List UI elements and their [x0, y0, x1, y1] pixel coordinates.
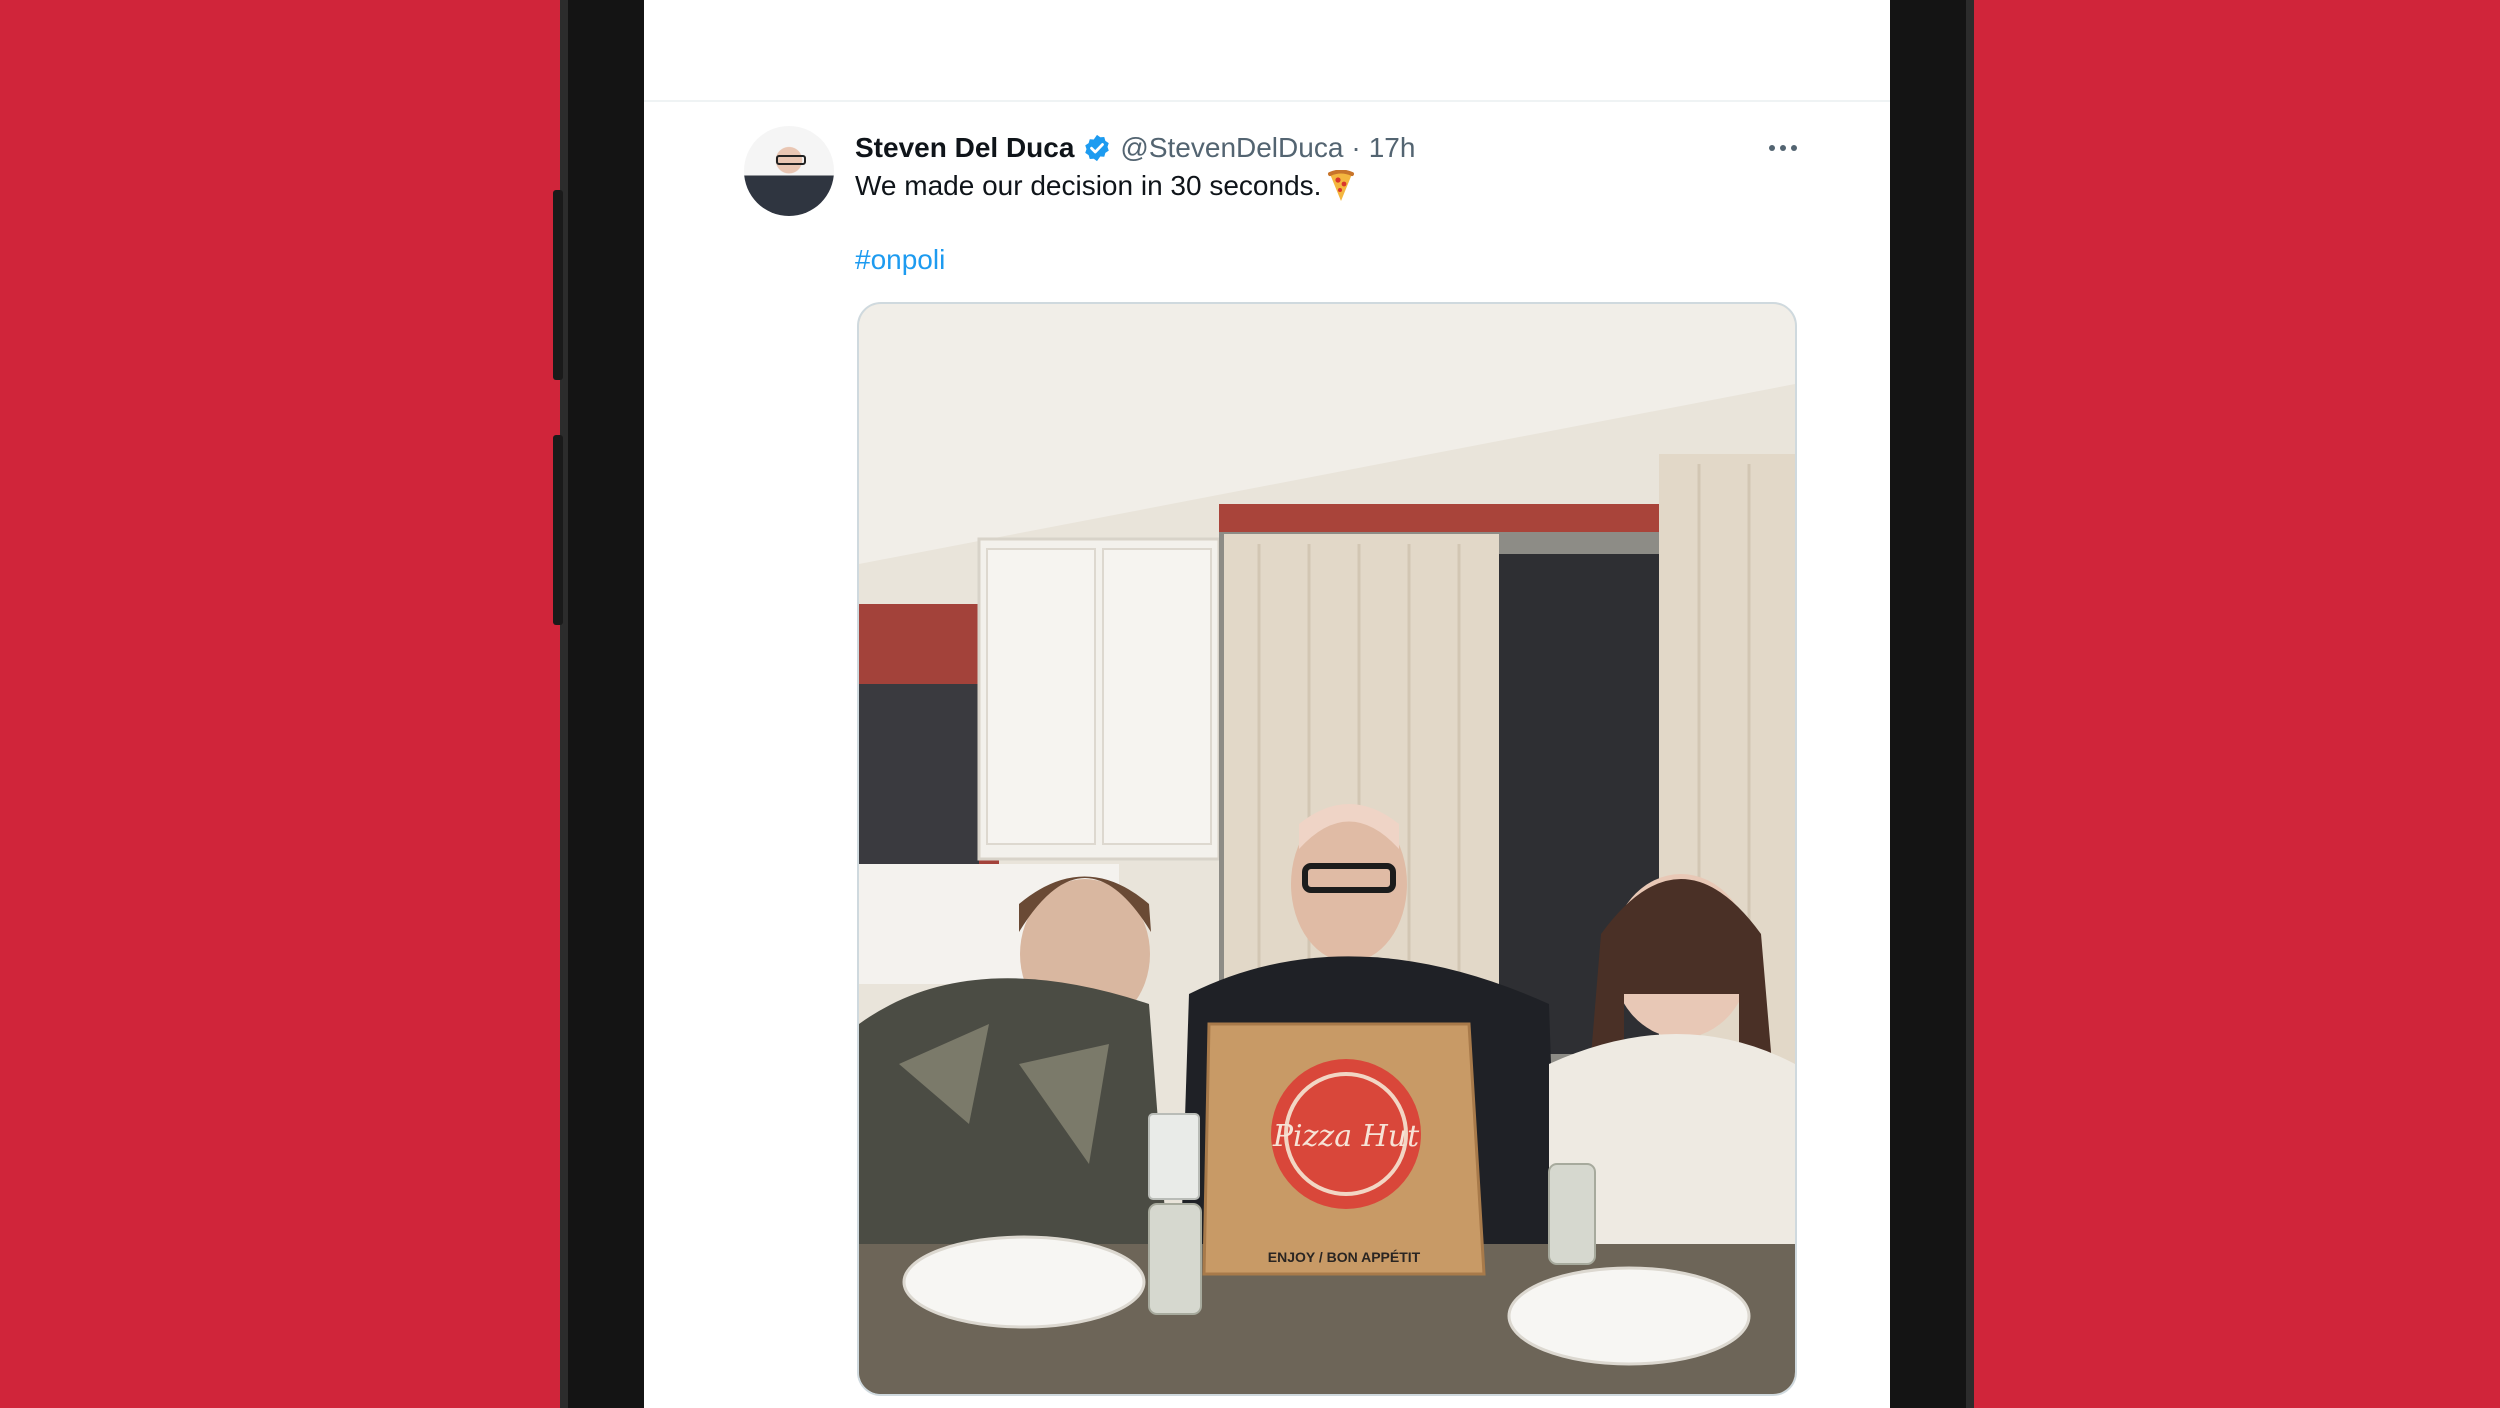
tweet[interactable]: Steven Del Duca @StevenDelDuca · 17h We …: [644, 102, 1890, 1408]
more-options-icon[interactable]: [1760, 130, 1806, 166]
previous-tweet-area: [644, 0, 1890, 102]
avatar-glasses: [776, 155, 806, 165]
pizza-icon: [1328, 170, 1355, 201]
photo-box-caption: ENJOY / BON APPÉTIT: [1268, 1249, 1421, 1265]
timestamp[interactable]: 17h: [1369, 132, 1416, 164]
tweet-text: We made our decision in 30 seconds.: [855, 170, 1355, 202]
phone-side-button: [553, 435, 563, 625]
photo-box-brand: Pizza Hut: [1272, 1119, 1420, 1154]
hashtag-link[interactable]: #onpoli: [855, 244, 945, 276]
handle[interactable]: @StevenDelDuca: [1120, 132, 1343, 164]
phone-screen: Steven Del Duca @StevenDelDuca · 17h We …: [644, 0, 1890, 1408]
verified-badge-icon: [1085, 134, 1110, 162]
avatar[interactable]: [744, 126, 834, 216]
display-name[interactable]: Steven Del Duca: [855, 132, 1074, 164]
tweet-header: Steven Del Duca @StevenDelDuca · 17h: [855, 128, 1415, 168]
phone-side-button: [553, 190, 563, 380]
separator-dot: ·: [1351, 132, 1361, 163]
tweet-text-content: We made our decision in 30 seconds.: [855, 170, 1322, 201]
photo-scene: Pizza Hut ENJOY / BON APPÉTIT: [859, 304, 1795, 1394]
tweet-photo[interactable]: Pizza Hut ENJOY / BON APPÉTIT: [857, 302, 1797, 1396]
